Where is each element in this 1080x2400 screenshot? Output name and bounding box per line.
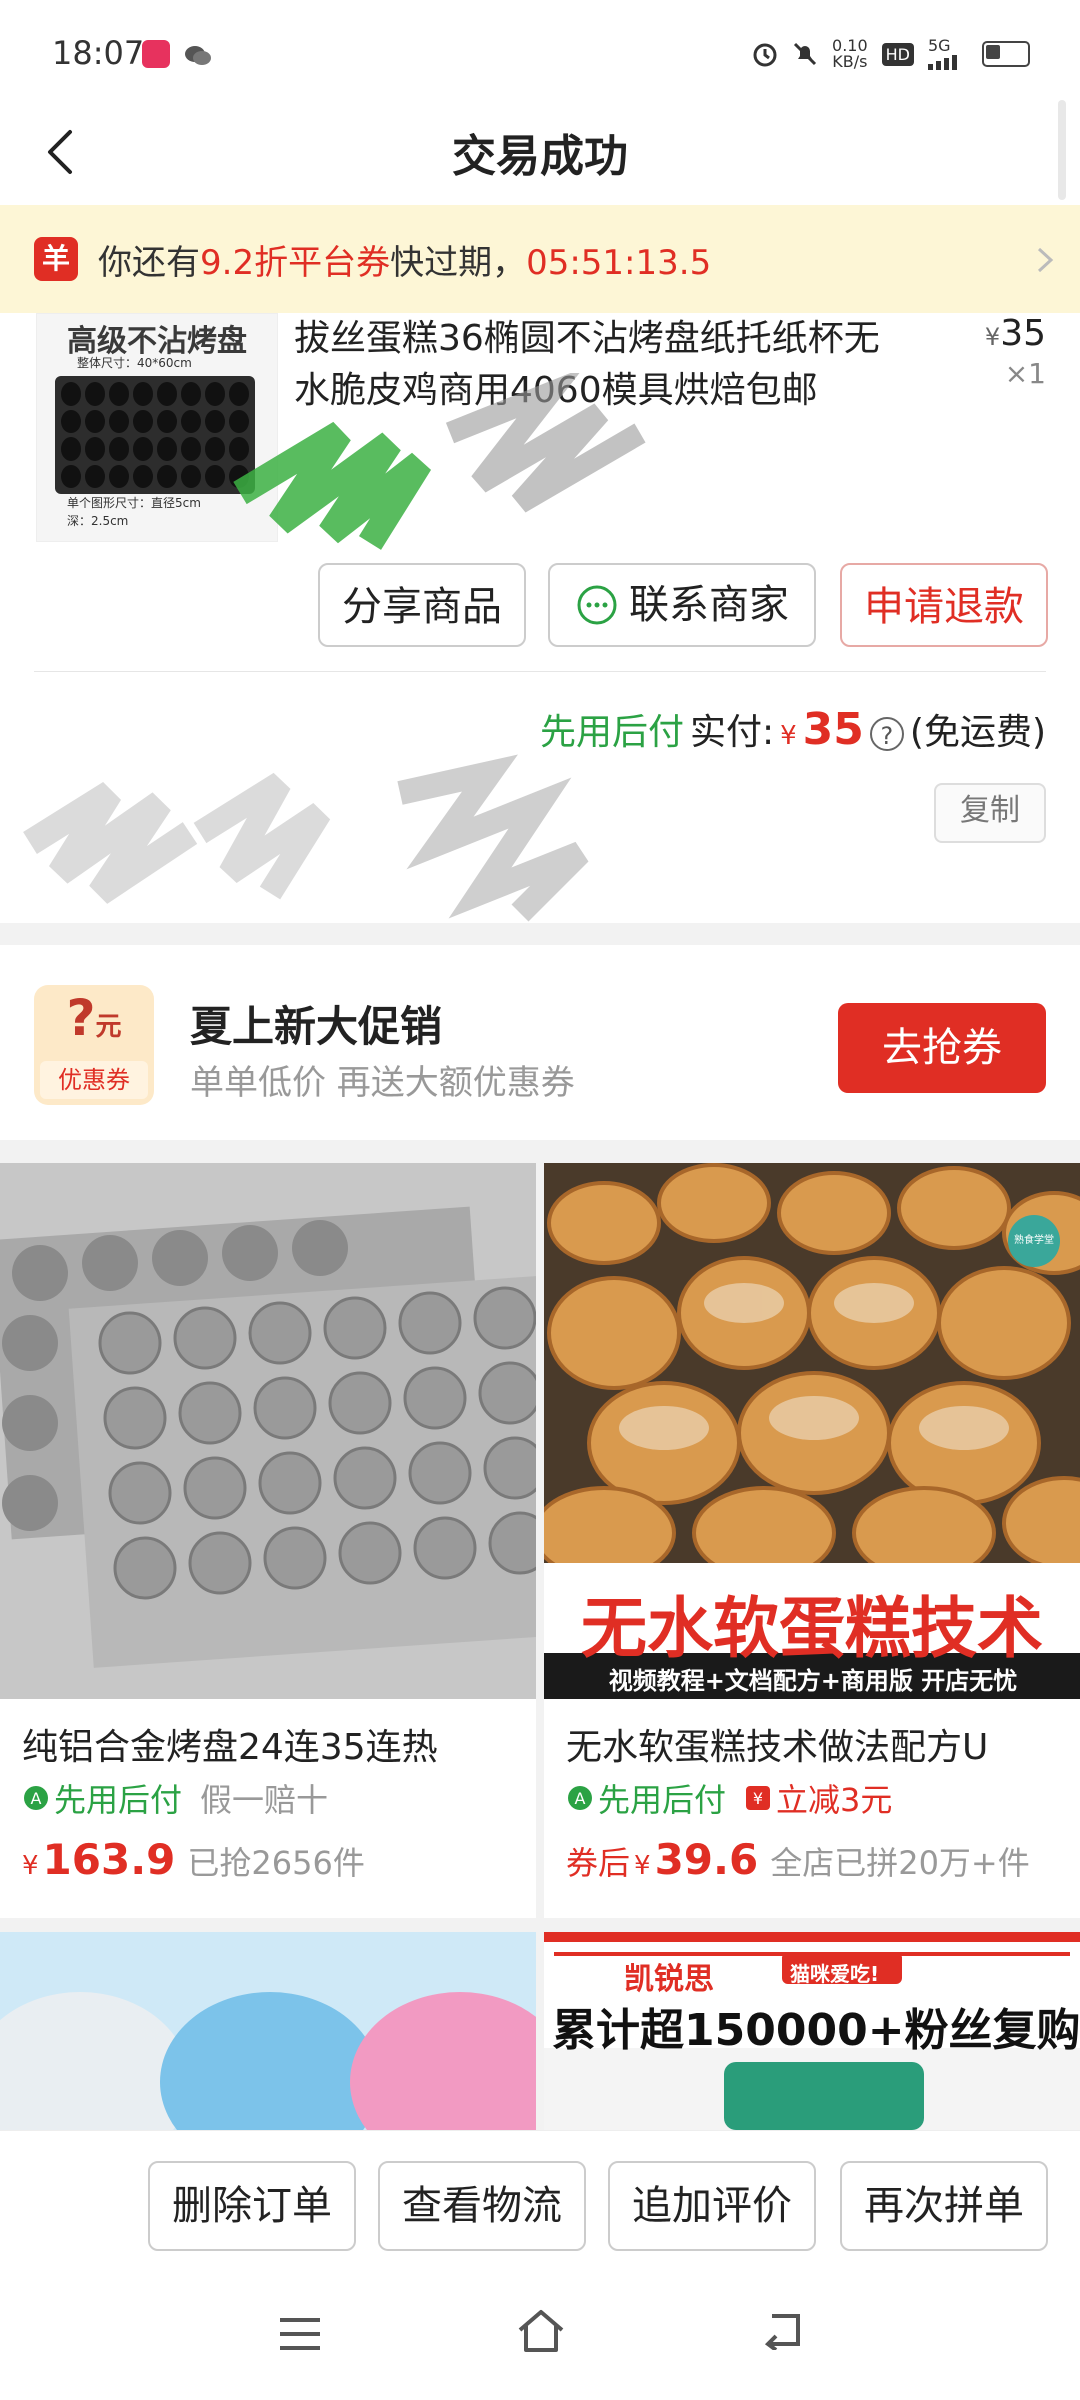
status-bar: 18:07 0.10 KB/s HD 5G (0, 0, 1080, 100)
discount-icon: ¥ (746, 1786, 771, 1810)
product-image-subtext: 视频教程+文档配方+商用版 开店无忧 (608, 1667, 1018, 1695)
chat-icon (577, 585, 617, 625)
scrollbar[interactable] (1058, 100, 1066, 200)
coupon-icon: ?元 优惠券 (34, 985, 154, 1105)
alarm-icon (753, 43, 777, 67)
pay-later-tag: 先用后付 (539, 712, 684, 753)
bottom-action-bar: 删除订单 查看物流 追加评价 再次拼单 (0, 2130, 1080, 2271)
product-price-row: ¥163.9 已抢2656件 (22, 1835, 365, 1884)
order-card: 高级不沾烤盘 整体尺寸：40*60cm 单个图形尺寸：直径5cm 深：2.5cm… (0, 313, 1080, 923)
product-card[interactable]: 凯锐思 猫咪爱吃! 累计超150000+粉丝复购 (544, 1932, 1080, 2130)
svg-text:¥: ¥ (753, 1789, 763, 1808)
product-tags: A 先用后付 假一赔十 (22, 1775, 328, 1821)
home-icon[interactable] (516, 2308, 566, 2354)
refund-button[interactable]: 申请退款 (840, 563, 1048, 647)
menu-icon[interactable] (278, 2316, 322, 2352)
pay-later-icon: A (24, 1786, 48, 1810)
status-time: 18:07 (52, 34, 145, 72)
status-right: 0.10 KB/s HD 5G (752, 38, 1030, 70)
product-image-headline: 无水软蛋糕技术 (581, 1590, 1043, 1667)
product-image (0, 1932, 536, 2130)
coupon-countdown: 05:51:13.5 (526, 243, 712, 283)
product-title: 无水软蛋糕技术做法配方U (566, 1727, 989, 1768)
contact-seller-button[interactable]: 联系商家 (548, 563, 816, 647)
product-image-brand: 凯锐思 (624, 1962, 714, 1997)
promo-section: ?元 优惠券 夏上新大促销 单单低价 再送大额优惠券 去抢券 (0, 945, 1080, 1140)
signal-icon: 5G (928, 38, 968, 70)
net-speed: 0.10 KB/s (832, 36, 868, 71)
header: 交易成功 (0, 100, 1080, 205)
add-review-button[interactable]: 追加评价 (608, 2161, 816, 2251)
promo-subtitle: 单单低价 再送大额优惠券 (190, 1063, 575, 1103)
redaction-scribble (23, 754, 589, 922)
divider (34, 671, 1046, 672)
product-price: ¥35 (984, 313, 1046, 354)
redaction-scribble (233, 373, 646, 550)
pay-later-icon: A (568, 1786, 592, 1810)
grab-coupon-button[interactable]: 去抢券 (838, 1003, 1046, 1093)
battery-icon (982, 41, 1030, 67)
svg-text:A: A (575, 1789, 586, 1808)
delete-order-button[interactable]: 删除订单 (148, 2161, 356, 2251)
system-nav-bar (0, 2270, 1080, 2400)
product-image-tag: 猫咪爱吃! (790, 1962, 880, 1986)
product-price-row: 券后 ¥39.6 全店已拼20万+件 (566, 1835, 1030, 1884)
copy-button[interactable]: 复制 (934, 783, 1046, 843)
mute-icon (793, 42, 817, 66)
product-card[interactable] (0, 1932, 536, 2130)
svg-text:A: A (31, 1789, 42, 1808)
share-product-button[interactable]: 分享商品 (318, 563, 526, 647)
coupon-expiry-banner[interactable]: 羊 你还有9.2折平台券快过期，05:51:13.5 (0, 205, 1080, 313)
product-image (0, 1163, 536, 1699)
product-card[interactable]: 熟食学堂 无水软蛋糕技术 视频教程+文档配方+商用版 开店无忧 无水软蛋糕技术做… (544, 1163, 1080, 1918)
product-card[interactable]: 纯铝合金烤盘24连35连热 A 先用后付 假一赔十 ¥163.9 已抢2656件 (0, 1163, 536, 1918)
chevron-right-icon (1037, 247, 1054, 273)
coupon-badge-icon: 羊 (34, 237, 78, 281)
product-image-headline: 累计超150000+粉丝复购 (552, 2005, 1080, 2056)
back-nav-icon[interactable] (758, 2310, 804, 2350)
view-logistics-button[interactable]: 查看物流 (378, 2161, 586, 2251)
paid-summary: 先用后付 实付: ¥ 35 ? (免运费) (539, 704, 1046, 755)
reorder-button[interactable]: 再次拼单 (840, 2161, 1048, 2251)
help-icon[interactable]: ? (869, 717, 904, 751)
product-tags: A 先用后付 ¥ 立减3元 (566, 1775, 892, 1821)
product-quantity: ×1 (1004, 357, 1046, 390)
product-title: 纯铝合金烤盘24连35连热 (22, 1727, 438, 1768)
wechat-icon (185, 46, 211, 65)
app-notification-icon (142, 40, 170, 68)
promo-title: 夏上新大促销 (190, 1002, 443, 1051)
hd-icon: HD (881, 42, 914, 66)
product-image-badge: 熟食学堂 (1014, 1235, 1054, 1246)
paid-amount: 35 (802, 704, 864, 755)
coupon-banner-text: 你还有9.2折平台券快过期，05:51:13.5 (98, 243, 712, 283)
page-title: 交易成功 (452, 131, 628, 182)
